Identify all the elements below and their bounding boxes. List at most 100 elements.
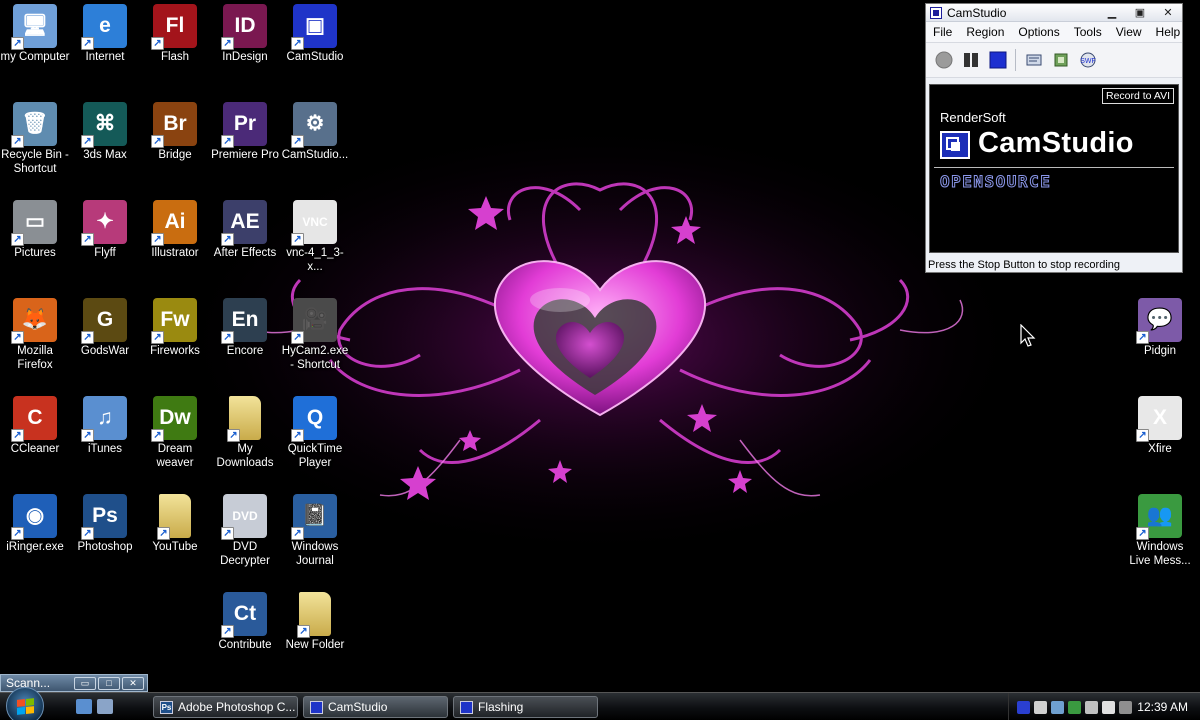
desktop-icon[interactable]: Q ↗ QuickTime Player — [280, 394, 350, 470]
windows-logo-icon — [16, 697, 34, 715]
desktop-icon[interactable]: 👥 ↗ Windows Live Mess... — [1125, 492, 1195, 568]
close-button[interactable]: ✕ — [122, 676, 144, 690]
desktop-icon[interactable]: G ↗ GodsWar — [70, 296, 140, 358]
camstudio-tray-icon[interactable] — [1017, 700, 1030, 714]
taskbar-button-flashing[interactable]: Flashing — [453, 696, 598, 718]
pause-button[interactable] — [961, 51, 980, 70]
desktop-icon[interactable]: 🖥 ↗ my Computer — [0, 2, 70, 64]
menu-tools[interactable]: Tools — [1067, 25, 1109, 39]
shortcut-arrow-icon: ↗ — [221, 37, 234, 50]
menu-region[interactable]: Region — [959, 25, 1011, 39]
mouse-cursor-icon — [1020, 324, 1036, 347]
autopan-button[interactable] — [1051, 51, 1070, 70]
restore-button[interactable]: ▭ — [74, 676, 96, 690]
menu-help[interactable]: Help — [1149, 25, 1188, 39]
desktop-icon-label: CamStudio — [286, 51, 344, 63]
shortcut-arrow-icon: ↗ — [81, 37, 94, 50]
shortcut-arrow-icon: ↗ — [11, 429, 24, 442]
connection-tray-icon[interactable] — [1085, 700, 1098, 714]
network-tray-icon[interactable] — [1034, 700, 1047, 714]
desktop-icon[interactable]: VNC ↗ vnc-4_1_3-x... — [280, 198, 350, 274]
menu-file[interactable]: File — [926, 25, 959, 39]
record-to-avi-label[interactable]: Record to AVI — [1101, 88, 1174, 104]
menu-bar: File Region Options Tools View Help — [926, 22, 1182, 42]
close-button[interactable]: ✕ — [1154, 6, 1182, 19]
desktop-icon[interactable]: AE ↗ After Effects — [210, 198, 280, 260]
stop-button[interactable] — [988, 51, 1007, 70]
desktop-icon-label: Flyff — [94, 247, 116, 259]
desktop-icon[interactable]: Ct ↗ Contribute — [210, 590, 280, 652]
desktop-icon[interactable]: 🎥 ↗ HyCam2.exe - Shortcut — [280, 296, 350, 372]
desktop-icon[interactable]: C ↗ CCleaner — [0, 394, 70, 456]
shortcut-arrow-icon: ↗ — [291, 135, 304, 148]
folder-icon: ↗ — [227, 396, 261, 442]
photoshop-icon: Ps ↗ — [81, 494, 127, 540]
shortcut-arrow-icon: ↗ — [291, 527, 304, 540]
desktop-icon[interactable]: Fl ↗ Flash — [140, 2, 210, 64]
desktop-icon[interactable]: En ↗ Encore — [210, 296, 280, 358]
desktop-icon[interactable]: 🦊 ↗ Mozilla Firefox — [0, 296, 70, 372]
desktop-icon[interactable]: Ps ↗ Photoshop — [70, 492, 140, 554]
swf-button[interactable]: SWF — [1078, 51, 1097, 70]
shortcut-arrow-icon: ↗ — [11, 233, 24, 246]
desktop-icon[interactable]: DVD ↗ DVD Decrypter — [210, 492, 280, 568]
desktop-icon[interactable]: ▣ ↗ CamStudio — [280, 2, 350, 64]
start-button[interactable] — [6, 687, 44, 720]
desktop-icon[interactable]: ◉ ↗ iRinger.exe — [0, 492, 70, 554]
menu-options[interactable]: Options — [1011, 25, 1066, 39]
camstudio-window[interactable]: CamStudio ▁ ▣ ✕ File Region Options Tool… — [925, 3, 1183, 273]
desktop-icon[interactable]: Dw ↗ Dream weaver — [140, 394, 210, 470]
minimize-button[interactable]: ▁ — [1098, 6, 1126, 19]
show-desktop-icon[interactable] — [76, 699, 92, 714]
annotate-button[interactable] — [1024, 51, 1043, 70]
shortcut-arrow-icon: ↗ — [151, 135, 164, 148]
desktop-icon[interactable]: ✦ ↗ Flyff — [70, 198, 140, 260]
desktop-icon[interactable]: Fw ↗ Fireworks — [140, 296, 210, 358]
shortcut-arrow-icon: ↗ — [1136, 429, 1149, 442]
desktop-icon[interactable]: ↗ YouTube — [140, 492, 210, 554]
desktop-icon[interactable]: Br ↗ Bridge — [140, 100, 210, 162]
desktop-icon[interactable]: ⚙ ↗ CamStudio... — [280, 100, 350, 162]
shortcut-arrow-icon: ↗ — [81, 429, 94, 442]
desktop-icon-label: Xfire — [1148, 443, 1172, 455]
camstudio-icon — [930, 6, 942, 19]
desktop-icon[interactable]: ♫ ↗ iTunes — [70, 394, 140, 456]
shortcut-arrow-icon: ↗ — [81, 527, 94, 540]
camstudio-titlebar[interactable]: CamStudio ▁ ▣ ✕ — [926, 4, 1182, 22]
volume-tray-icon[interactable] — [1102, 700, 1115, 714]
shortcut-arrow-icon: ↗ — [151, 37, 164, 50]
device-tray-icon[interactable] — [1051, 700, 1064, 714]
desktop-icon-label: Contribute — [218, 639, 272, 651]
desktop-icon[interactable]: ⌘ ↗ 3ds Max — [70, 100, 140, 162]
menu-view[interactable]: View — [1109, 25, 1149, 39]
desktop-icon[interactable]: ↗ My Downloads — [210, 394, 280, 470]
toolbar-separator — [1015, 49, 1016, 71]
desktop-icon[interactable]: ▭ ↗ Pictures — [0, 198, 70, 260]
desktop-icon[interactable]: Ai ↗ Illustrator — [140, 198, 210, 260]
taskbar-button-camstudio[interactable]: CamStudio — [303, 696, 448, 718]
contribute-icon: Ct ↗ — [221, 592, 267, 638]
desktop-icon[interactable]: 🗑 ↗ Recycle Bin - Shortcut — [0, 100, 70, 176]
desktop-icon-label: Dream weaver — [156, 443, 194, 469]
desktop-icon[interactable]: 📓 ↗ Windows Journal — [280, 492, 350, 568]
desktop-icon[interactable]: e ↗ Internet — [70, 2, 140, 64]
security-tray-icon[interactable] — [1068, 700, 1081, 714]
camstudio-icon — [310, 700, 323, 714]
camstudio-logo-icon — [940, 131, 970, 159]
desktop-icon-label: CamStudio... — [281, 149, 349, 161]
record-button[interactable] — [934, 51, 953, 70]
taskbar-button-photoshop[interactable]: Ps Adobe Photoshop C... — [153, 696, 298, 718]
desktop-icon[interactable]: 💬 ↗ Pidgin — [1125, 296, 1195, 358]
opensource-label: OPENSOURCE — [939, 172, 1052, 192]
computer-icon: 🖥 ↗ — [11, 4, 57, 50]
desktop-icon[interactable]: X ↗ Xfire — [1125, 394, 1195, 456]
desktop-icon[interactable]: ID ↗ InDesign — [210, 2, 280, 64]
language-tray-icon[interactable] — [1119, 700, 1132, 714]
switch-windows-icon[interactable] — [97, 699, 113, 714]
desktop-icon[interactable]: Pr ↗ Premiere Pro — [210, 100, 280, 162]
clock[interactable]: 12:39 AM — [1137, 700, 1188, 714]
desktop-icon[interactable]: ↗ New Folder — [280, 590, 350, 652]
maximize-button[interactable]: ▣ — [1126, 6, 1154, 19]
maximize-button[interactable]: □ — [98, 676, 120, 690]
itunes-icon: ♫ ↗ — [81, 396, 127, 442]
